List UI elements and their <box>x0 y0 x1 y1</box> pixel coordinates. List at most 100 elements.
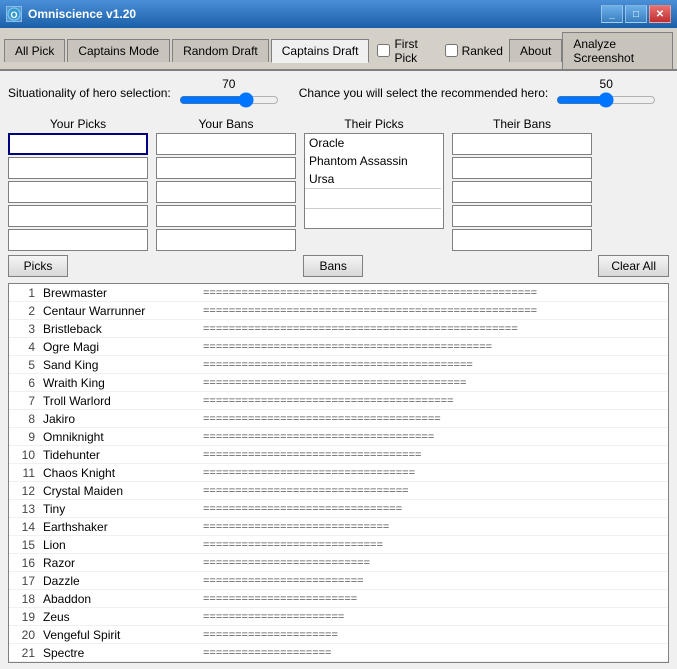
hero-bar: ====================== <box>203 611 344 623</box>
their-ban-5[interactable] <box>452 229 592 251</box>
first-pick-label: First Pick <box>394 37 432 65</box>
situationality-slider[interactable] <box>179 91 279 109</box>
hero-row[interactable]: 22 Undying =================== <box>9 662 668 663</box>
your-pick-2[interactable] <box>8 157 148 179</box>
chance-slider[interactable] <box>556 91 656 109</box>
clear-all-button[interactable]: Clear All <box>598 255 669 277</box>
title-bar: O Omniscience v1.20 _ □ ✕ <box>0 0 677 28</box>
hero-bar: ============================ <box>203 539 383 551</box>
hero-row[interactable]: 7 Troll Warlord ========================… <box>9 392 668 410</box>
window-controls: _ □ ✕ <box>601 5 671 23</box>
hero-name: Wraith King <box>43 376 203 390</box>
hero-name: Sand King <box>43 358 203 372</box>
hero-number: 19 <box>13 610 35 624</box>
hero-row[interactable]: 9 Omniknight ===========================… <box>9 428 668 446</box>
hero-bar: ================================= <box>203 467 415 479</box>
tab-about[interactable]: About <box>509 39 562 62</box>
hero-name: Crystal Maiden <box>43 484 203 498</box>
maximize-button[interactable]: □ <box>625 5 647 23</box>
hero-row[interactable]: 12 Crystal Maiden ======================… <box>9 482 668 500</box>
their-pick-input-4[interactable] <box>305 188 441 208</box>
hero-row[interactable]: 5 Sand King ============================… <box>9 356 668 374</box>
hero-bar: ================================ <box>203 485 409 497</box>
hero-number: 12 <box>13 484 35 498</box>
your-ban-1[interactable] <box>156 133 296 155</box>
tab-captains-draft[interactable]: Captains Draft <box>271 39 370 63</box>
hero-name: Razor <box>43 556 203 570</box>
close-button[interactable]: ✕ <box>649 5 671 23</box>
hero-bar: ========================================… <box>203 377 466 389</box>
hero-row[interactable]: 14 Earthshaker =========================… <box>9 518 668 536</box>
ranked-group: Ranked <box>445 44 503 58</box>
hero-number: 15 <box>13 538 35 552</box>
hero-number: 11 <box>13 466 35 480</box>
action-buttons-row: Picks Bans Clear All <box>8 255 669 277</box>
hero-row[interactable]: 2 Centaur Warrunner ====================… <box>9 302 668 320</box>
hero-row[interactable]: 3 Bristleback ==========================… <box>9 320 668 338</box>
hero-bar: ===================================== <box>203 413 441 425</box>
hero-row[interactable]: 15 Lion ============================ <box>9 536 668 554</box>
your-pick-4[interactable] <box>8 205 148 227</box>
tab-captains-mode[interactable]: Captains Mode <box>67 39 170 62</box>
hero-name: Omniknight <box>43 430 203 444</box>
hero-row[interactable]: 10 Tidehunter ==========================… <box>9 446 668 464</box>
hero-name: Earthshaker <box>43 520 203 534</box>
app-title: Omniscience v1.20 <box>28 7 136 21</box>
first-pick-checkbox[interactable] <box>377 44 390 57</box>
chance-slider-group: 50 <box>556 77 656 109</box>
hero-row[interactable]: 4 Ogre Magi ============================… <box>9 338 668 356</box>
hero-list[interactable]: 1 Brewmaster ===========================… <box>8 283 669 663</box>
ranked-checkbox[interactable] <box>445 44 458 57</box>
hero-name: Brewmaster <box>43 286 203 300</box>
hero-row[interactable]: 17 Dazzle ========================= <box>9 572 668 590</box>
their-pick-input-5[interactable] <box>305 208 441 228</box>
hero-row[interactable]: 19 Zeus ====================== <box>9 608 668 626</box>
hero-row[interactable]: 11 Chaos Knight ========================… <box>9 464 668 482</box>
your-ban-2[interactable] <box>156 157 296 179</box>
hero-number: 10 <box>13 448 35 462</box>
minimize-button[interactable]: _ <box>601 5 623 23</box>
first-pick-group: First Pick <box>377 37 432 65</box>
your-ban-5[interactable] <box>156 229 296 251</box>
tab-analyze-screenshot[interactable]: Analyze Screenshot <box>562 32 673 69</box>
hero-name: Dazzle <box>43 574 203 588</box>
their-ban-4[interactable] <box>452 205 592 227</box>
tab-all-pick[interactable]: All Pick <box>4 39 65 62</box>
hero-bar: ==================== <box>203 647 331 659</box>
hero-row[interactable]: 8 Jakiro ===============================… <box>9 410 668 428</box>
bans-button[interactable]: Bans <box>303 255 363 277</box>
tab-random-draft[interactable]: Random Draft <box>172 39 269 62</box>
your-ban-4[interactable] <box>156 205 296 227</box>
their-ban-1[interactable] <box>452 133 592 155</box>
picks-button[interactable]: Picks <box>8 255 68 277</box>
hero-number: 20 <box>13 628 35 642</box>
your-bans-label: Your Bans <box>199 117 254 131</box>
hero-row[interactable]: 1 Brewmaster ===========================… <box>9 284 668 302</box>
their-ban-3[interactable] <box>452 181 592 203</box>
ranked-label: Ranked <box>462 44 503 58</box>
your-pick-5[interactable] <box>8 229 148 251</box>
hero-number: 14 <box>13 520 35 534</box>
their-picks-list: Oracle Phantom Assassin Ursa <box>304 133 444 229</box>
their-ban-2[interactable] <box>452 157 592 179</box>
hero-name: Centaur Warrunner <box>43 304 203 318</box>
your-pick-1[interactable] <box>8 133 148 155</box>
hero-row[interactable]: 13 Tiny =============================== <box>9 500 668 518</box>
your-pick-3[interactable] <box>8 181 148 203</box>
hero-number: 6 <box>13 376 35 390</box>
chance-value: 50 <box>600 77 613 91</box>
hero-number: 13 <box>13 502 35 516</box>
hero-row[interactable]: 16 Razor ========================== <box>9 554 668 572</box>
hero-row[interactable]: 21 Spectre ==================== <box>9 644 668 662</box>
hero-number: 18 <box>13 592 35 606</box>
hero-row[interactable]: 20 Vengeful Spirit ===================== <box>9 626 668 644</box>
their-pick-phantom: Phantom Assassin <box>305 152 443 170</box>
situationality-slider-group: 70 <box>179 77 279 109</box>
hero-name: Zeus <box>43 610 203 624</box>
your-ban-3[interactable] <box>156 181 296 203</box>
hero-bar: ======================== <box>203 593 357 605</box>
hero-bar: ==================================== <box>203 431 434 443</box>
hero-row[interactable]: 6 Wraith King ==========================… <box>9 374 668 392</box>
situationality-label: Situationality of hero selection: <box>8 86 171 100</box>
hero-row[interactable]: 18 Abaddon ======================== <box>9 590 668 608</box>
